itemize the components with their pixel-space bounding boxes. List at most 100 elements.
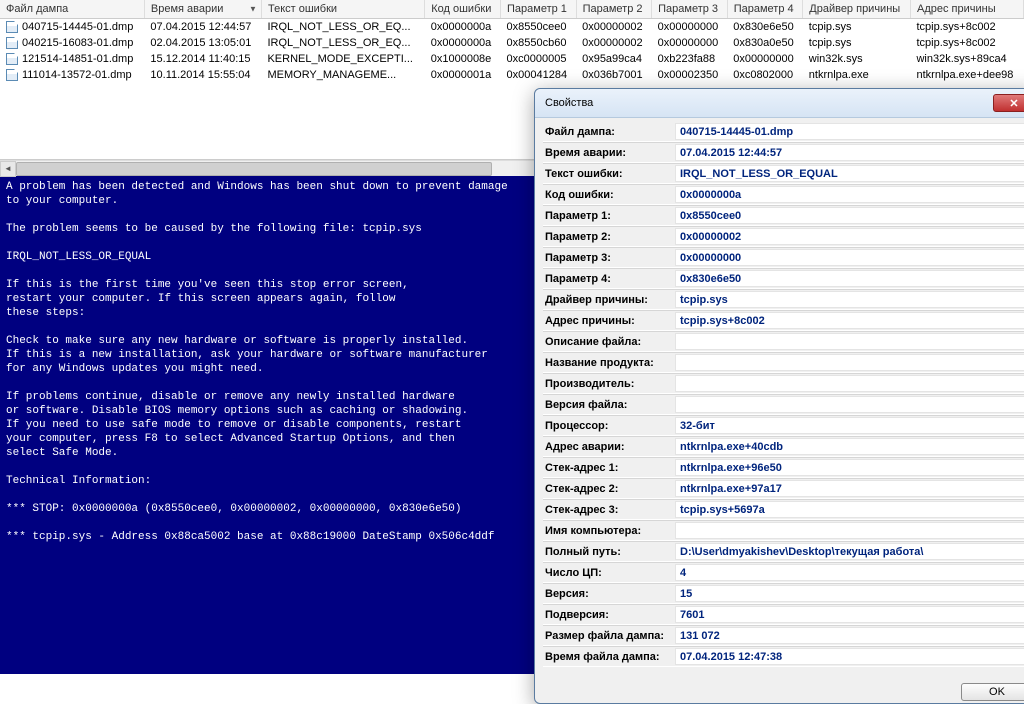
property-value[interactable]: 7601 — [675, 606, 1024, 623]
property-value[interactable] — [675, 522, 1024, 539]
table-cell: 040215-16083-01.dmp — [0, 35, 144, 51]
col-header[interactable]: Адрес причины — [910, 0, 1023, 19]
property-value[interactable]: tcpip.sys — [675, 291, 1024, 308]
property-value[interactable]: IRQL_NOT_LESS_OR_EQUAL — [675, 165, 1024, 182]
property-row: Время файла дампа:07.04.2015 12:47:38 — [543, 646, 1024, 667]
property-label: Время аварии: — [543, 145, 675, 161]
property-label: Полный путь: — [543, 544, 675, 560]
property-label: Размер файла дампа: — [543, 628, 675, 644]
table-cell: 0x0000001a — [425, 67, 501, 83]
table-cell: MEMORY_MANAGEME... — [261, 67, 424, 83]
property-value[interactable]: 131 072 — [675, 627, 1024, 644]
property-row: Производитель: — [543, 373, 1024, 394]
property-value[interactable]: tcpip.sys+5697a — [675, 501, 1024, 518]
property-label: Версия файла: — [543, 397, 675, 413]
property-row: Версия:15 — [543, 583, 1024, 604]
property-value[interactable]: D:\User\dmyakishev\Desktop\текущая работ… — [675, 543, 1024, 560]
table-cell: 0xb223fa88 — [652, 51, 728, 67]
table-cell: 0x830e6e50 — [727, 19, 803, 36]
table-cell: 0x00041284 — [501, 67, 577, 83]
table-cell: 111014-13572-01.dmp — [0, 67, 144, 83]
dump-file-icon — [6, 37, 18, 49]
dialog-title: Свойства — [545, 97, 993, 109]
col-header[interactable]: Параметр 1 — [501, 0, 577, 19]
dump-table: Файл дампаВремя аварии▼Текст ошибкиКод о… — [0, 0, 1024, 83]
table-cell: tcpip.sys+8c002 — [910, 35, 1023, 51]
property-label: Описание файла: — [543, 334, 675, 350]
property-row: Адрес причины:tcpip.sys+8c002 — [543, 310, 1024, 331]
table-cell: tcpip.sys — [803, 35, 911, 51]
table-cell: tcpip.sys — [803, 19, 911, 36]
property-row: Файл дампа:040715-14445-01.dmp — [543, 122, 1024, 142]
property-value[interactable]: 0x00000002 — [675, 228, 1024, 245]
col-header[interactable]: Параметр 2 — [576, 0, 652, 19]
property-value[interactable]: ntkrnlpa.exe+97a17 — [675, 480, 1024, 497]
col-header[interactable]: Параметр 3 — [652, 0, 728, 19]
property-value[interactable]: 07.04.2015 12:44:57 — [675, 144, 1024, 161]
property-label: Процессор: — [543, 418, 675, 434]
table-row[interactable]: 040215-16083-01.dmp02.04.2015 13:05:01IR… — [0, 35, 1024, 51]
table-cell: 0x00000000 — [652, 19, 728, 36]
property-value[interactable] — [675, 333, 1024, 350]
property-value[interactable]: 0x8550cee0 — [675, 207, 1024, 224]
property-row: Стек-адрес 2:ntkrnlpa.exe+97a17 — [543, 478, 1024, 499]
property-value[interactable]: ntkrnlpa.exe+96e50 — [675, 459, 1024, 476]
property-row: Версия файла: — [543, 394, 1024, 415]
scroll-left-arrow-icon[interactable]: ◄ — [0, 161, 16, 177]
property-row: Размер файла дампа:131 072 — [543, 625, 1024, 646]
table-cell: 040715-14445-01.dmp — [0, 19, 144, 36]
col-header[interactable]: Код ошибки — [425, 0, 501, 19]
property-value[interactable]: tcpip.sys+8c002 — [675, 312, 1024, 329]
table-cell: win32k.sys+89ca4 — [910, 51, 1023, 67]
col-header[interactable]: Параметр 4 — [727, 0, 803, 19]
property-value[interactable]: ntkrnlpa.exe+40cdb — [675, 438, 1024, 455]
property-row: Название продукта: — [543, 352, 1024, 373]
property-label: Текст ошибки: — [543, 166, 675, 182]
property-label: Подверсия: — [543, 607, 675, 623]
table-row[interactable]: 111014-13572-01.dmp10.11.2014 15:55:04ME… — [0, 67, 1024, 83]
table-cell: 0x8550cee0 — [501, 19, 577, 36]
property-value[interactable]: 040715-14445-01.dmp — [675, 123, 1024, 140]
col-header[interactable]: Файл дампа — [0, 0, 144, 19]
table-cell: ntkrnlpa.exe+dee98 — [910, 67, 1023, 83]
property-value[interactable]: 0x00000000 — [675, 249, 1024, 266]
property-row: Стек-адрес 3:tcpip.sys+5697a — [543, 499, 1024, 520]
property-value[interactable]: 0x830e6e50 — [675, 270, 1024, 287]
col-header[interactable]: Текст ошибки — [261, 0, 424, 19]
property-value[interactable] — [675, 396, 1024, 413]
property-value[interactable] — [675, 375, 1024, 392]
table-cell: 10.11.2014 15:55:04 — [144, 67, 261, 83]
property-label: Параметр 4: — [543, 271, 675, 287]
close-button[interactable]: ✕ — [993, 94, 1024, 112]
property-value[interactable] — [675, 354, 1024, 371]
table-cell: 121514-14851-01.dmp — [0, 51, 144, 67]
dump-file-icon — [6, 69, 18, 81]
property-row: Текст ошибки:IRQL_NOT_LESS_OR_EQUAL — [543, 163, 1024, 184]
table-cell: 0xc0000005 — [501, 51, 577, 67]
property-value[interactable]: 15 — [675, 585, 1024, 602]
table-cell: 0x95a99ca4 — [576, 51, 652, 67]
properties-dialog: Свойства ✕ Файл дампа:040715-14445-01.dm… — [534, 88, 1024, 704]
scroll-thumb[interactable] — [16, 162, 492, 176]
property-label: Производитель: — [543, 376, 675, 392]
table-cell: KERNEL_MODE_EXCEPTI... — [261, 51, 424, 67]
col-header[interactable]: Драйвер причины — [803, 0, 911, 19]
property-row: Полный путь:D:\User\dmyakishev\Desktop\т… — [543, 541, 1024, 562]
table-cell: 0x0000000a — [425, 35, 501, 51]
property-value[interactable]: 07.04.2015 12:47:38 — [675, 648, 1024, 665]
table-cell: 0x00000000 — [652, 35, 728, 51]
property-value[interactable]: 4 — [675, 564, 1024, 581]
table-cell: 02.04.2015 13:05:01 — [144, 35, 261, 51]
table-row[interactable]: 121514-14851-01.dmp15.12.2014 11:40:15KE… — [0, 51, 1024, 67]
property-label: Стек-адрес 3: — [543, 502, 675, 518]
ok-button[interactable]: OK — [961, 683, 1024, 701]
property-value[interactable]: 0x0000000a — [675, 186, 1024, 203]
property-row: Драйвер причины:tcpip.sys — [543, 289, 1024, 310]
property-label: Стек-адрес 1: — [543, 460, 675, 476]
col-header[interactable]: Время аварии▼ — [144, 0, 261, 19]
property-value[interactable]: 32-бит — [675, 417, 1024, 434]
table-cell: 0x00000002 — [576, 35, 652, 51]
property-label: Название продукта: — [543, 355, 675, 371]
dialog-titlebar[interactable]: Свойства ✕ — [535, 89, 1024, 118]
table-row[interactable]: 040715-14445-01.dmp07.04.2015 12:44:57IR… — [0, 19, 1024, 36]
